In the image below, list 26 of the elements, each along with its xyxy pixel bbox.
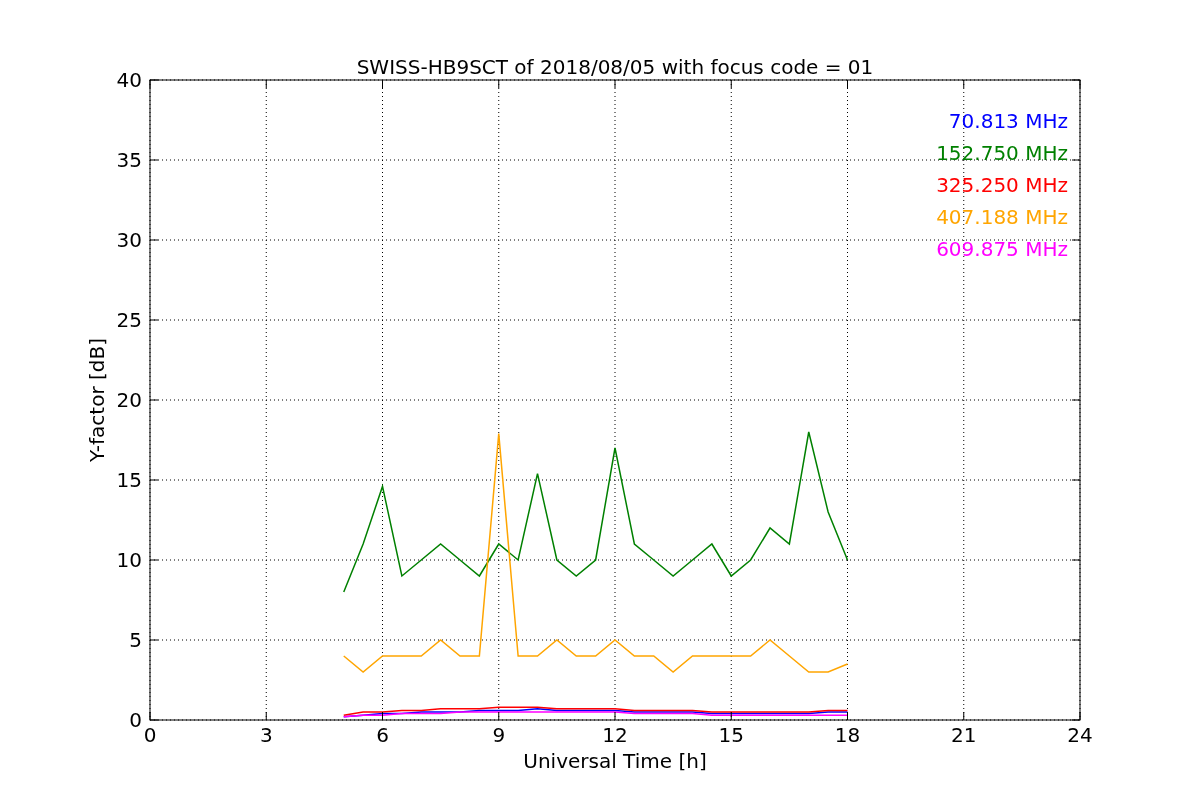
legend-label: 152.750 MHz [936, 141, 1068, 165]
x-tick-label: 18 [834, 723, 861, 747]
y-tick-label: 5 [129, 628, 142, 652]
x-tick-label: 0 [143, 723, 157, 747]
legend-label: 70.813 MHz [948, 109, 1068, 133]
y-tick-label: 20 [116, 388, 142, 412]
chart-title: SWISS-HB9SCT of 2018/08/05 with focus code = 01 [356, 55, 874, 79]
y-tick-label: 25 [116, 308, 142, 332]
y-tick-label: 0 [129, 708, 142, 732]
legend-label: 407.188 MHz [936, 205, 1068, 229]
y-tick-label: 15 [116, 468, 142, 492]
x-tick-label: 21 [951, 723, 977, 747]
legend-label: 609.875 MHz [936, 237, 1068, 261]
y-tick-label: 40 [116, 68, 142, 92]
legend-label: 325.250 MHz [936, 173, 1068, 197]
x-tick-label: 24 [1067, 723, 1093, 747]
y-tick-label: 35 [116, 148, 142, 172]
x-tick-label: 9 [492, 723, 506, 747]
y-tick-label: 30 [116, 228, 142, 252]
y-axis-label: Y-factor [dB] [85, 338, 109, 462]
x-tick-label: 3 [259, 723, 273, 747]
x-tick-label: 12 [602, 723, 628, 747]
x-tick-label: 15 [718, 723, 744, 747]
x-tick-label: 6 [376, 723, 389, 747]
y-tick-label: 10 [116, 548, 142, 572]
x-axis-label: Universal Time [h] [523, 749, 707, 773]
